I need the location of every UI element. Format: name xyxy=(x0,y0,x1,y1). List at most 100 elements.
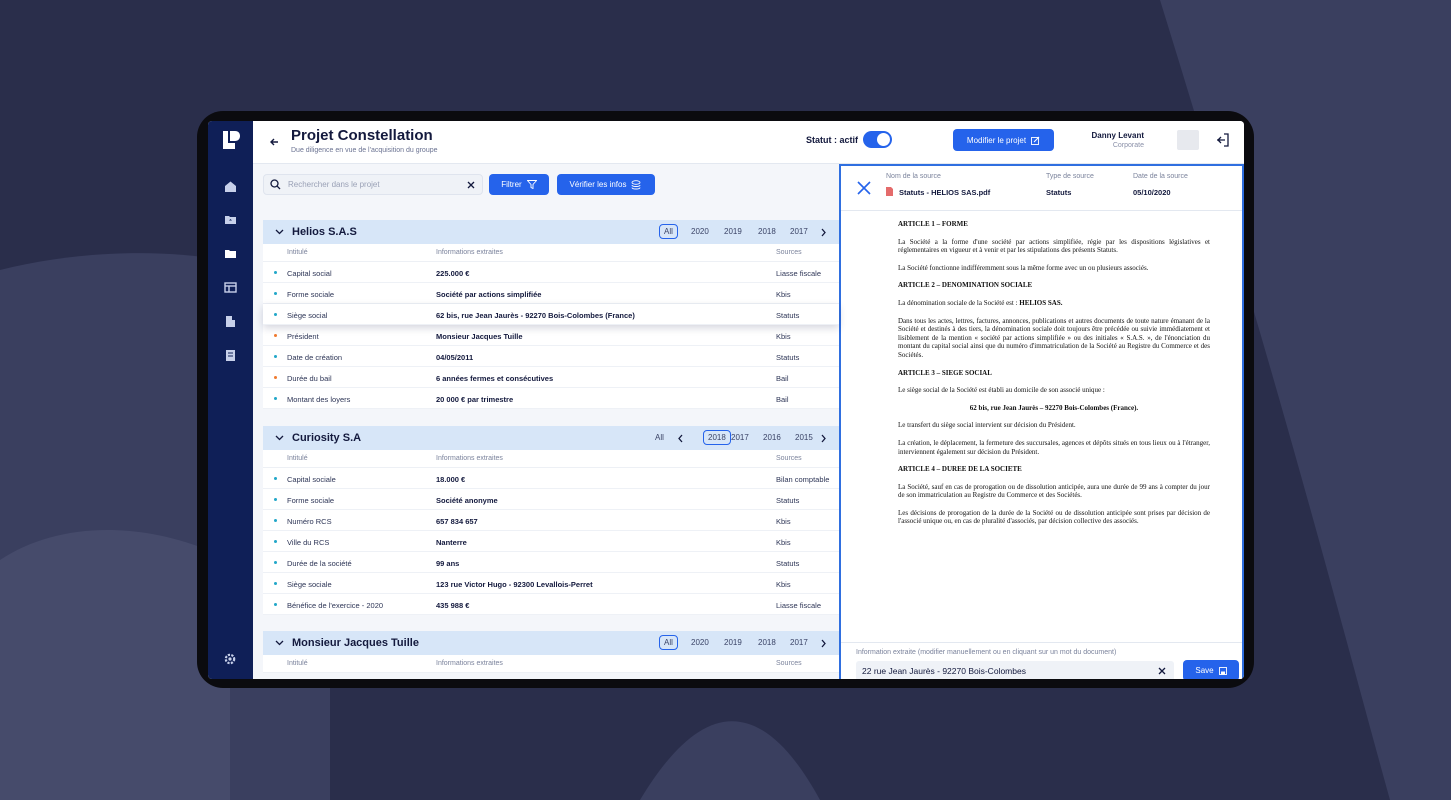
folder-upload-icon[interactable] xyxy=(221,210,239,228)
chevron-right-icon[interactable] xyxy=(820,639,827,648)
year-filter-2018[interactable]: 2018 xyxy=(758,227,776,236)
save-button[interactable]: Save xyxy=(1183,660,1239,679)
table-row[interactable]: Date de création 04/05/2011 Statuts xyxy=(263,346,839,367)
clear-icon[interactable] xyxy=(1158,667,1166,675)
section-header[interactable]: Helios S.A.S All 2020 2019 2018 2017 xyxy=(263,220,839,244)
chevron-right-icon[interactable] xyxy=(820,434,827,443)
extract-input[interactable]: 22 rue Jean Jaurès - 92270 Bois-Colombes xyxy=(856,661,1174,679)
status-toggle[interactable] xyxy=(863,131,892,148)
edit-project-button[interactable]: Modifier le projet xyxy=(953,129,1054,151)
row-source[interactable]: Statuts xyxy=(776,559,799,568)
row-source[interactable]: Bail xyxy=(776,374,789,383)
year-filter-2016[interactable]: 2016 xyxy=(763,433,781,442)
year-filter-2017[interactable]: 2017 xyxy=(790,227,808,236)
table-row[interactable]: Forme sociale Société par actions simplif… xyxy=(263,283,839,304)
table-row[interactable]: Montant des loyers 20 000 € par trimestre… xyxy=(263,388,839,409)
avatar[interactable] xyxy=(1177,130,1199,150)
search-input[interactable]: Rechercher dans le projet xyxy=(263,174,483,195)
doc-text-bold[interactable]: HELIOS SAS. xyxy=(1019,299,1062,307)
chevron-down-icon[interactable] xyxy=(275,433,284,442)
user-role: Corporate xyxy=(1112,142,1144,149)
filter-label: Filtrer xyxy=(501,180,522,189)
doc-paragraph[interactable]: Le transfert du siège social intervient … xyxy=(898,421,1210,430)
year-filter-2018[interactable]: 2018 xyxy=(703,430,731,445)
row-source[interactable]: Kbis xyxy=(776,580,791,589)
row-source[interactable]: Liasse fiscale xyxy=(776,601,821,610)
doc-paragraph[interactable]: La dénomination sociale de la Société es… xyxy=(898,299,1210,308)
entity-section: Curiosity S.A All 2018 2017 2016 2015 Intitulé… xyxy=(263,426,839,615)
verify-info-label: Vérifier les infos xyxy=(569,180,627,189)
year-filter-2017[interactable]: 2017 xyxy=(790,638,808,647)
folder-icon[interactable] xyxy=(221,244,239,262)
row-source[interactable]: Kbis xyxy=(776,290,791,299)
settings-icon[interactable] xyxy=(221,650,239,668)
year-filter-2018[interactable]: 2018 xyxy=(758,638,776,647)
year-filter-all[interactable]: All xyxy=(659,635,678,650)
doc-paragraph[interactable]: La Société, sauf en cas de prorogation o… xyxy=(898,483,1210,500)
filter-button[interactable]: Filtrer xyxy=(489,174,549,195)
year-filter-2020[interactable]: 2020 xyxy=(691,227,709,236)
verify-info-button[interactable]: Vérifier les infos xyxy=(557,174,655,195)
table-row[interactable]: Numéro RCS 657 834 657 Kbis xyxy=(263,510,839,531)
table-row[interactable]: Durée de la société 99 ans Statuts xyxy=(263,552,839,573)
doc-paragraph[interactable]: Les décisions de prorogation de la durée… xyxy=(898,509,1210,526)
year-filter-2017[interactable]: 2017 xyxy=(731,433,749,442)
table-row[interactable]: Capital sociale 18.000 € Bilan comptable xyxy=(263,468,839,489)
close-icon[interactable] xyxy=(857,181,871,195)
back-button[interactable] xyxy=(263,131,285,153)
status-dot xyxy=(274,477,277,480)
document-viewer[interactable]: ARTICLE 1 – FORME La Société a la forme … xyxy=(898,220,1210,535)
row-source[interactable]: Liasse fiscale xyxy=(776,269,821,278)
section-header[interactable]: Curiosity S.A All 2018 2017 2016 2015 xyxy=(263,426,839,450)
doc-paragraph[interactable]: La Société fonctionne indifféremment sou… xyxy=(898,264,1210,273)
year-filter-all[interactable]: All xyxy=(655,433,664,442)
table-row[interactable]: Ville du RCS Nanterre Kbis xyxy=(263,531,839,552)
year-filter-2019[interactable]: 2019 xyxy=(724,227,742,236)
row-source[interactable]: Kbis xyxy=(776,517,791,526)
layout-icon[interactable] xyxy=(221,278,239,296)
table-row[interactable]: Forme sociale Société anonyme Statuts xyxy=(263,489,839,510)
row-source[interactable]: Statuts xyxy=(776,496,799,505)
chevron-down-icon[interactable] xyxy=(275,227,284,236)
row-source[interactable]: Kbis xyxy=(776,332,791,341)
doc-paragraph[interactable]: Le siège social de la Société est établi… xyxy=(898,386,1210,395)
clear-icon[interactable] xyxy=(467,181,475,189)
home-icon[interactable] xyxy=(221,177,239,195)
row-source[interactable]: Bilan comptable xyxy=(776,475,829,484)
extract-bar: Information extraite (modifier manuellem… xyxy=(841,642,1242,679)
year-filter-2020[interactable]: 2020 xyxy=(691,638,709,647)
row-source[interactable]: Statuts xyxy=(776,353,799,362)
doc-heading: ARTICLE 4 – DUREE DE LA SOCIETE xyxy=(898,465,1022,474)
chevron-right-icon[interactable] xyxy=(820,228,827,237)
row-source[interactable]: Kbis xyxy=(776,538,791,547)
col-sources: Sources xyxy=(776,660,802,667)
row-source[interactable]: Statuts xyxy=(776,311,799,320)
status-dot xyxy=(274,582,277,585)
building-icon[interactable] xyxy=(221,312,239,330)
table-row[interactable]: Siège social 62 bis, rue Jean Jaurès - 92… xyxy=(263,304,839,325)
edit-project-label: Modifier le projet xyxy=(966,135,1027,145)
doc-paragraph[interactable]: La création, le déplacement, la fermetur… xyxy=(898,439,1210,456)
table-row[interactable]: Président Monsieur Jacques Tuille Kbis xyxy=(263,325,839,346)
col-label: Intitulé xyxy=(287,455,308,462)
chevron-left-icon[interactable] xyxy=(677,434,684,443)
table-row[interactable]: Siège sociale 123 rue Victor Hugo - 92300… xyxy=(263,573,839,594)
document-icon[interactable] xyxy=(221,346,239,364)
year-filter-2015[interactable]: 2015 xyxy=(795,433,813,442)
row-value: 20 000 € par trimestre xyxy=(436,395,514,404)
doc-paragraph[interactable]: Dans tous les actes, lettres, factures, … xyxy=(898,317,1210,360)
year-filter-2019[interactable]: 2019 xyxy=(724,638,742,647)
source-name[interactable]: Statuts - HELIOS SAS.pdf xyxy=(899,188,990,197)
doc-paragraph[interactable]: La Société a la forme d'une société par … xyxy=(898,238,1210,255)
table-row[interactable]: Capital social 225.000 € Liasse fiscale xyxy=(263,262,839,283)
row-source[interactable]: Bail xyxy=(776,395,789,404)
table-row[interactable]: Bénéfice de l'exercice - 2020 435 988 € Li… xyxy=(263,594,839,615)
doc-address[interactable]: 62 bis, rue Jean Jaurès – 92270 Bois-Col… xyxy=(898,404,1210,413)
doc-text[interactable]: La dénomination sociale de la Société es… xyxy=(898,299,1019,307)
status-dot xyxy=(274,498,277,501)
chevron-down-icon[interactable] xyxy=(275,638,284,647)
year-filter-all[interactable]: All xyxy=(659,224,678,239)
logout-icon[interactable] xyxy=(1215,132,1231,148)
table-row[interactable]: Durée du bail 6 années fermes et consécut… xyxy=(263,367,839,388)
section-header[interactable]: Monsieur Jacques Tuille All 2020 2019 2018 20… xyxy=(263,631,839,655)
